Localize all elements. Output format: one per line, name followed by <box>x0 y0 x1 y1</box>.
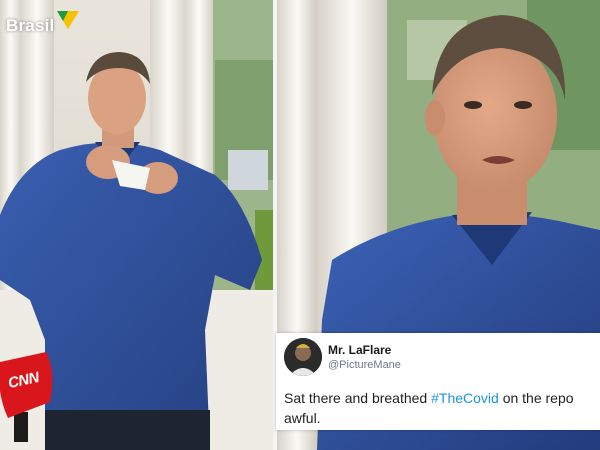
tweet-display-name[interactable]: Mr. LaFlare <box>328 343 391 357</box>
tweet-text: Sat there and breathed #TheCovid on the … <box>284 388 600 428</box>
tweet-text-line-1: Sat there and breathed #TheCovid on the … <box>284 388 600 408</box>
left-photo-panel: Brasil CNN <box>0 0 273 450</box>
brasil-flag-logo-icon <box>57 11 80 29</box>
avatar-photo-icon <box>284 338 322 376</box>
tweet-text-line-2: awful. <box>284 410 321 426</box>
tweet-text-after: on the repo <box>498 390 574 406</box>
tweet-handle[interactable]: @PictureMane <box>328 359 401 371</box>
avatar[interactable] <box>284 338 322 376</box>
cnn-microphone: CNN <box>0 352 56 442</box>
microphone-icon <box>0 352 53 442</box>
tweet-hashtag-link[interactable]: #TheCovid <box>431 390 499 406</box>
tweet-text-before: Sat there and breathed <box>284 390 432 406</box>
tweet-card: Mr. LaFlare @PictureMane Sat there and b… <box>276 333 600 430</box>
brasil-watermark: Brasil <box>6 11 81 36</box>
watermark-text: Brasil <box>6 16 55 35</box>
news-image-collage: Brasil CNN Mr. LaFlare @PictureMane Sat … <box>0 0 600 450</box>
